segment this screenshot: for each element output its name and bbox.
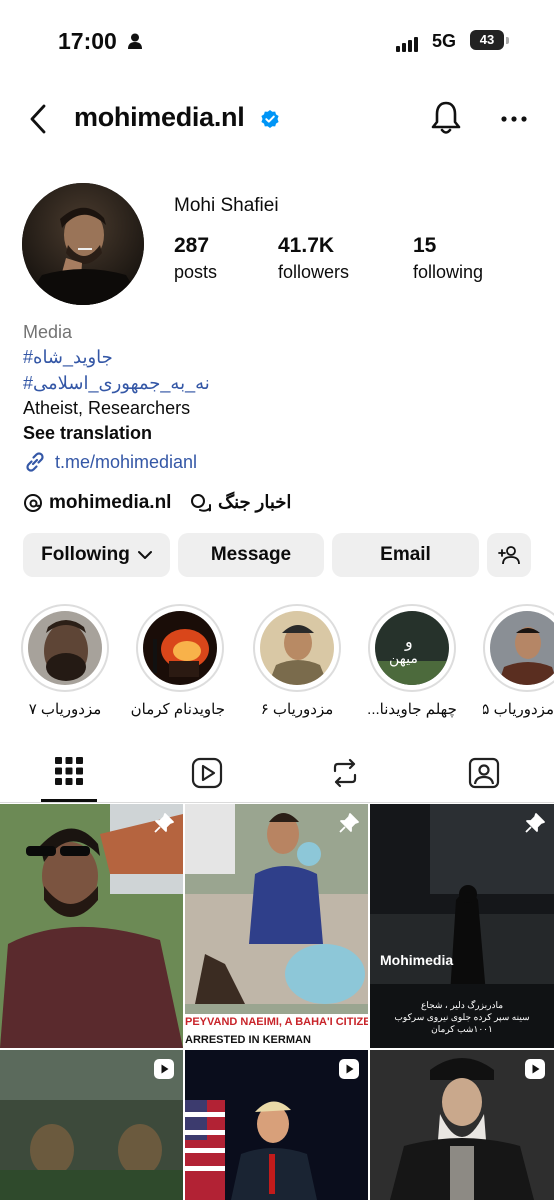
followers-stat[interactable]: 41.7K followers xyxy=(278,234,349,283)
followers-count: 41.7K xyxy=(278,234,335,257)
grid-post[interactable]: Mohimedia مادربزرگ دلیر ، شجاع سینه سپر … xyxy=(370,804,554,1048)
highlight-label: جاویدنام کرمان xyxy=(130,701,225,718)
grid-post[interactable] xyxy=(0,1050,183,1200)
tagged-tab-icon[interactable] xyxy=(468,757,500,789)
posts-label: posts xyxy=(174,262,218,282)
highlight-item[interactable]: مزدوریاب ۵ xyxy=(483,604,554,718)
reposts-tab-icon[interactable] xyxy=(329,757,361,789)
following-button[interactable]: Following xyxy=(23,533,170,577)
pin-icon xyxy=(154,813,174,833)
svg-text:و: و xyxy=(404,632,413,652)
post-caption: ARRESTED IN KERMAN xyxy=(185,1034,311,1046)
highlight-label: مزدوریاب ۷ xyxy=(28,701,102,718)
battery-cap xyxy=(506,37,509,44)
suggest-people-button[interactable] xyxy=(487,533,531,577)
highlight-item[interactable]: مزدوریاب ۶ xyxy=(252,604,342,718)
person-icon xyxy=(128,33,142,49)
following-count: 15 xyxy=(413,234,437,257)
grid-post[interactable] xyxy=(370,1050,554,1200)
followers-label: followers xyxy=(278,262,350,282)
post-thumbnail xyxy=(185,804,368,1048)
highlight-thumbnail xyxy=(260,611,334,685)
reel-icon xyxy=(339,1059,359,1079)
highlight-thumbnail: ومیهن xyxy=(375,611,449,685)
reel-icon xyxy=(154,1059,174,1079)
highlight-label: مزدوریاب ۶ xyxy=(260,701,334,718)
bio-link-text: t.me/mohimedianl xyxy=(55,451,198,472)
post-caption: PEYVAND NAEIMI, A BAHA'I CITIZEN xyxy=(185,1016,368,1028)
see-translation-link[interactable]: See translation xyxy=(23,423,152,444)
highlight-item[interactable]: مزدوریاب ۷ xyxy=(20,604,110,718)
highlight-thumbnail xyxy=(143,611,217,685)
bio-hashtag[interactable]: #نه_به_جمهوری_اسلامی xyxy=(23,373,210,394)
highlight-thumbnail xyxy=(490,611,554,685)
reels-tab-icon[interactable] xyxy=(191,757,223,789)
email-button[interactable]: Email xyxy=(332,533,479,577)
status-time: 17:00 xyxy=(58,28,117,54)
profile-full-name: Mohi Shafiei xyxy=(174,195,279,216)
grid-post[interactable]: PEYVAND NAEIMI, A BAHA'I CITIZEN ARRESTE… xyxy=(185,804,368,1048)
profile-username: mohimedia.nl xyxy=(74,102,245,132)
posts-stat[interactable]: 287 posts xyxy=(174,234,217,283)
profile-avatar[interactable] xyxy=(22,183,144,305)
grid-post[interactable] xyxy=(185,1050,368,1200)
add-person-icon xyxy=(498,546,520,565)
email-button-label: Email xyxy=(380,544,431,565)
highlight-item[interactable]: و میهن چهلم جاویدنا... xyxy=(367,604,457,718)
message-button[interactable]: Message xyxy=(178,533,324,577)
signal-icon xyxy=(396,34,420,52)
post-brand: Mohimedia xyxy=(380,952,454,968)
post-thumbnail xyxy=(0,804,183,1048)
pin-icon xyxy=(525,813,545,833)
bio-hashtag[interactable]: #جاوید_شاه xyxy=(23,347,113,368)
chevron-down-icon xyxy=(137,551,152,559)
post-caption: ۱۰۰۱شب کرمان xyxy=(431,1024,493,1034)
following-label: following xyxy=(413,262,484,282)
svg-text:میهن: میهن xyxy=(389,651,418,667)
bio-text: Atheist, Researchers xyxy=(23,398,191,418)
threads-badge[interactable]: mohimedia.nl xyxy=(23,492,171,514)
following-stat[interactable]: 15 following xyxy=(413,234,483,283)
following-button-label: Following xyxy=(41,544,130,565)
network-label: 5G xyxy=(432,31,457,51)
threads-handle: mohimedia.nl xyxy=(49,492,172,513)
bio-link[interactable]: t.me/mohimedianl xyxy=(23,450,197,474)
tab-divider xyxy=(0,802,554,803)
grid-tab-icon[interactable] xyxy=(55,757,83,785)
highlight-label: چهلم جاویدنا... xyxy=(367,701,457,718)
highlight-item[interactable]: جاویدنام کرمان xyxy=(130,604,225,718)
channel-label: اخبار جنگ xyxy=(218,492,292,512)
highlight-label: مزدوریاب ۵ xyxy=(483,701,554,718)
message-button-label: Message xyxy=(210,544,292,565)
verified-badge-icon xyxy=(261,110,279,128)
notification-bell-icon[interactable] xyxy=(430,100,462,136)
pin-icon xyxy=(339,813,359,833)
broadcast-channel[interactable]: اخبار جنگ xyxy=(190,492,291,513)
profile-category: Media xyxy=(23,322,73,342)
back-arrow-icon[interactable] xyxy=(26,103,50,135)
link-icon xyxy=(26,452,44,472)
posts-count: 287 xyxy=(174,234,210,257)
more-options-icon[interactable] xyxy=(500,105,528,133)
highlight-thumbnail xyxy=(28,611,102,685)
grid-post[interactable] xyxy=(0,804,183,1048)
battery-icon: 43 xyxy=(470,30,504,50)
threads-icon xyxy=(24,494,42,512)
post-caption: سینه سپر کرده جلوی نیروی سرکوب xyxy=(394,1012,530,1022)
post-caption: مادربزرگ دلیر ، شجاع xyxy=(420,1000,504,1010)
channel-icon xyxy=(191,493,211,512)
reel-icon xyxy=(525,1059,545,1079)
